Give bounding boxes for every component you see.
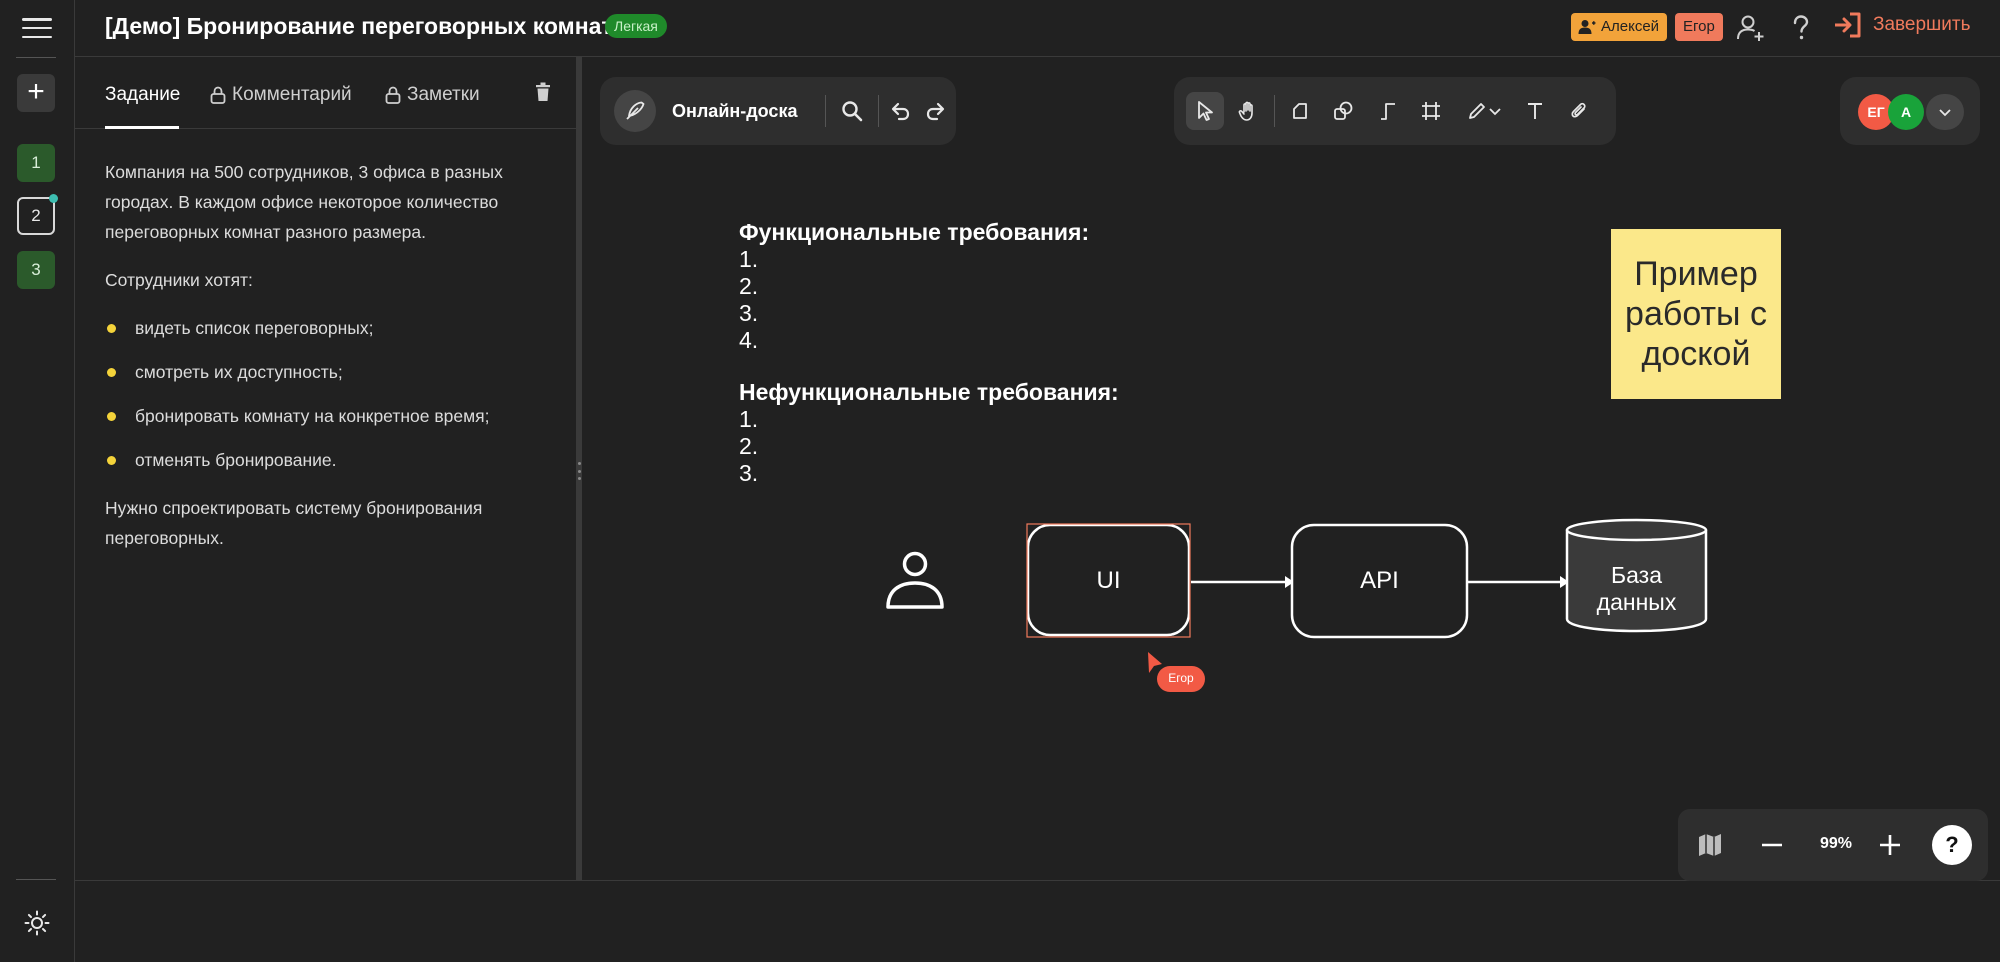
difficulty-badge: Легкая	[605, 14, 667, 38]
zoom-out-icon[interactable]	[1758, 831, 1786, 859]
task-wants-label: Сотрудники хотят:	[105, 270, 253, 290]
task-intro: Компания на 500 сотрудников, 3 офиса в р…	[105, 162, 503, 242]
task-panel: Задание Комментарий Заметки Компания на …	[75, 57, 577, 880]
remote-cursor-name: Егор	[1168, 671, 1194, 685]
user-person-icon[interactable]	[886, 551, 944, 609]
lock-icon	[210, 86, 226, 104]
panel-tabs: Задание Комментарий Заметки	[75, 57, 577, 129]
ui-box-label: UI	[1096, 567, 1121, 594]
zoom-controls: 99% ?	[1678, 809, 1988, 881]
participant-badge-aleksey: Алексей	[1571, 13, 1668, 41]
tab-task[interactable]: Задание	[105, 84, 180, 106]
hamburger-menu-icon[interactable]	[22, 18, 52, 38]
list-item: отменять бронирование.	[105, 445, 555, 475]
finish-button[interactable]: Завершить	[1835, 12, 1971, 38]
step-label-2: 2	[31, 206, 41, 225]
task-goal: Нужно спроектировать систему бронировани…	[105, 498, 483, 548]
add-user-icon[interactable]	[1735, 12, 1767, 44]
participant-name-aleksey: Алексей	[1601, 18, 1660, 35]
list-item: видеть список переговорных;	[105, 313, 555, 343]
tab-comment-label: Комментарий	[232, 84, 352, 105]
task-description: Компания на 500 сотрудников, 3 офиса в р…	[105, 157, 555, 571]
participant-badge-egor: Егор	[1675, 13, 1723, 41]
help-question-icon[interactable]	[1785, 12, 1817, 44]
database-label: База данных	[1567, 562, 1706, 616]
architecture-diagram	[886, 518, 1708, 692]
finish-label: Завершить	[1873, 14, 1971, 35]
user-host-icon	[1578, 20, 1596, 34]
remote-cursor-icon	[1148, 652, 1162, 673]
task-wants-list: видеть список переговорных; смотреть их …	[105, 313, 555, 475]
minimap-icon[interactable]	[1696, 831, 1724, 859]
add-step-button[interactable]: +	[17, 74, 55, 112]
database-label-line2: данных	[1596, 589, 1677, 615]
zoom-level: 99%	[1820, 835, 1853, 852]
step-button-1[interactable]: 1	[17, 144, 55, 182]
step-button-2[interactable]: 2	[17, 194, 58, 235]
list-item: бронировать комнату на конкретное время;	[105, 401, 555, 431]
tab-comment[interactable]: Комментарий	[210, 84, 352, 106]
trash-icon[interactable]	[535, 82, 551, 102]
api-box-label: API	[1360, 567, 1399, 594]
page-title: [Демо] Бронирование переговорных комнат	[105, 13, 613, 39]
database-label-line1: База	[1611, 562, 1662, 588]
active-tab-underline	[105, 126, 179, 129]
top-header: [Демо] Бронирование переговорных комнат …	[75, 0, 2000, 57]
tab-task-label: Задание	[105, 84, 181, 105]
rail-divider	[16, 57, 56, 58]
zoom-in-icon[interactable]	[1876, 831, 1904, 859]
left-rail: + 1 2 3	[0, 0, 75, 962]
theme-toggle-sun-icon[interactable]	[24, 910, 50, 936]
board-help-button[interactable]: ?	[1932, 825, 1972, 865]
exit-arrow-icon	[1835, 12, 1861, 38]
rail-divider-bottom	[16, 879, 56, 880]
tab-notes-label: Заметки	[407, 84, 480, 105]
step-button-3[interactable]: 3	[17, 251, 55, 289]
whiteboard-canvas[interactable]: Онлайн-доска ЕГ А Функциональные требова…	[582, 57, 2000, 881]
step-indicator-dot	[49, 194, 58, 203]
lock-icon	[385, 86, 401, 104]
list-item: смотреть их доступность;	[105, 357, 555, 387]
tab-notes[interactable]: Заметки	[385, 84, 480, 106]
